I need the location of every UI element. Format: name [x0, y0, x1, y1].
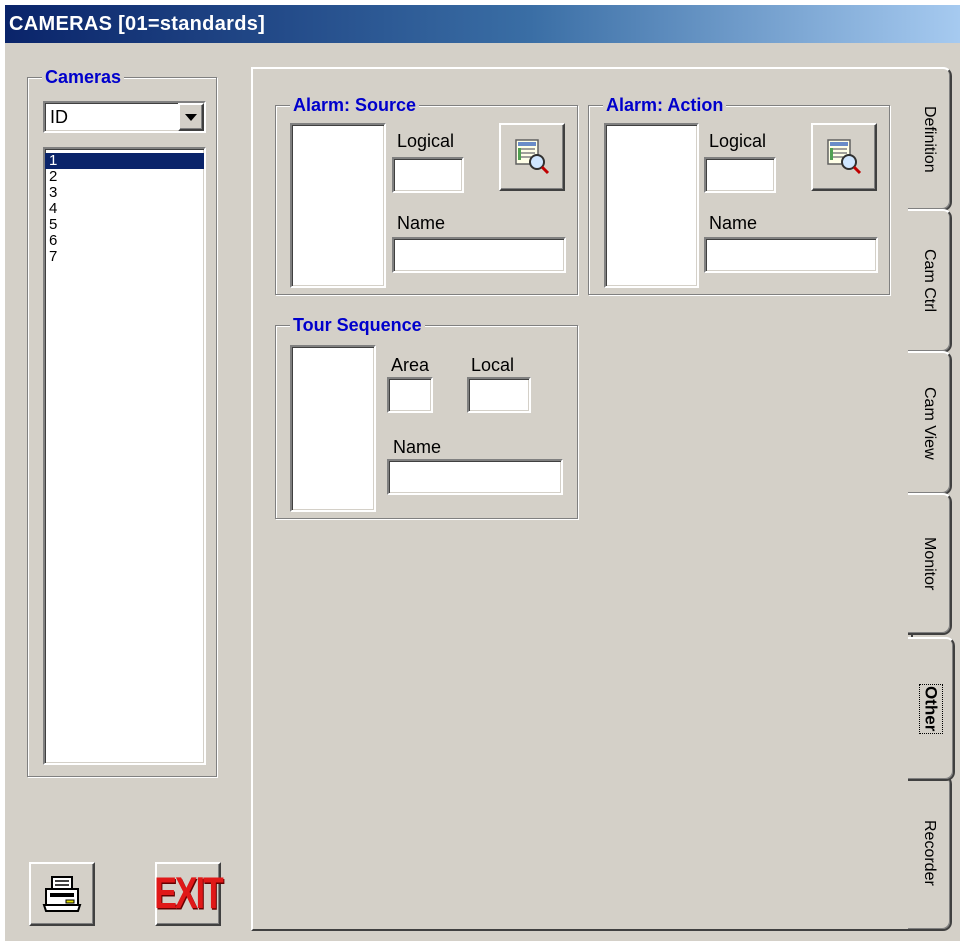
camera-sort-value: ID: [50, 107, 68, 127]
exit-button[interactable]: EXIT: [154, 862, 224, 926]
tab-monitor-label: Monitor: [921, 537, 938, 591]
tab-cam-ctrl[interactable]: Cam Ctrl: [908, 209, 952, 353]
camera-list[interactable]: 1234567: [43, 147, 206, 765]
camera-list-item[interactable]: 4: [45, 201, 204, 217]
camera-list-item[interactable]: 5: [45, 217, 204, 233]
alarm-source-logical-label: Logical: [397, 131, 455, 151]
tour-sequence-title: Tour Sequence: [290, 314, 425, 336]
alarm-source-name-input[interactable]: [392, 237, 566, 273]
dropdown-arrow-button[interactable]: [178, 103, 204, 131]
alarm-action-lookup-button[interactable]: [811, 123, 877, 191]
lookup-magnifier-icon: [827, 139, 862, 175]
camera-list-item[interactable]: 2: [45, 169, 204, 185]
tab-definition-label: Definition: [921, 105, 938, 173]
tour-name-label: Name: [393, 437, 442, 457]
cameras-group-title: Cameras: [42, 66, 125, 88]
camera-list-item[interactable]: 6: [45, 233, 204, 249]
tab-definition[interactable]: Definition: [908, 67, 952, 211]
camera-sort-select[interactable]: ID: [43, 101, 206, 133]
tour-area-input[interactable]: [387, 377, 433, 413]
tab-cam-view[interactable]: Cam View: [908, 351, 952, 495]
tab-other-label: Other: [918, 684, 943, 734]
alarm-action-title: Alarm: Action: [603, 94, 727, 116]
tour-local-input[interactable]: [467, 377, 531, 413]
alarm-action-logical-label: Logical: [709, 131, 767, 151]
alarm-action-name-label: Name: [709, 213, 758, 233]
alarm-source-name-label: Name: [397, 213, 446, 233]
tab-recorder[interactable]: Recorder: [908, 775, 952, 931]
cameras-window: CAMERAS [01=standards] Cameras ID 123456…: [5, 5, 960, 941]
camera-list-item[interactable]: 1: [45, 153, 204, 169]
chevron-down-icon: [185, 113, 197, 121]
alarm-source-lookup-button[interactable]: [499, 123, 565, 191]
alarm-action-list[interactable]: [604, 123, 699, 288]
tour-area-label: Area: [391, 355, 430, 375]
tab-other[interactable]: Other: [908, 637, 955, 781]
printer-icon: [42, 876, 82, 912]
tour-sequence-list[interactable]: [290, 345, 376, 512]
alarm-source-title: Alarm: Source: [290, 94, 420, 116]
alarm-source-list[interactable]: [290, 123, 386, 288]
tour-name-input[interactable]: [387, 459, 563, 495]
alarm-action-name-input[interactable]: [704, 237, 878, 273]
title-bar[interactable]: CAMERAS [01=standards]: [5, 5, 960, 43]
exit-label: EXIT: [154, 868, 224, 919]
camera-list-item[interactable]: 3: [45, 185, 204, 201]
alarm-action-logical-input[interactable]: [704, 157, 776, 193]
print-button[interactable]: [29, 862, 95, 926]
lookup-magnifier-icon: [515, 139, 550, 175]
tab-recorder-label: Recorder: [921, 820, 938, 886]
tour-local-label: Local: [471, 355, 515, 375]
tab-cam-view-label: Cam View: [921, 386, 938, 460]
camera-list-item[interactable]: 7: [45, 249, 204, 265]
alarm-source-logical-input[interactable]: [392, 157, 464, 193]
tab-cam-ctrl-label: Cam Ctrl: [921, 249, 938, 313]
tab-monitor[interactable]: Monitor: [908, 493, 952, 635]
window-title: CAMERAS [01=standards]: [9, 13, 266, 35]
